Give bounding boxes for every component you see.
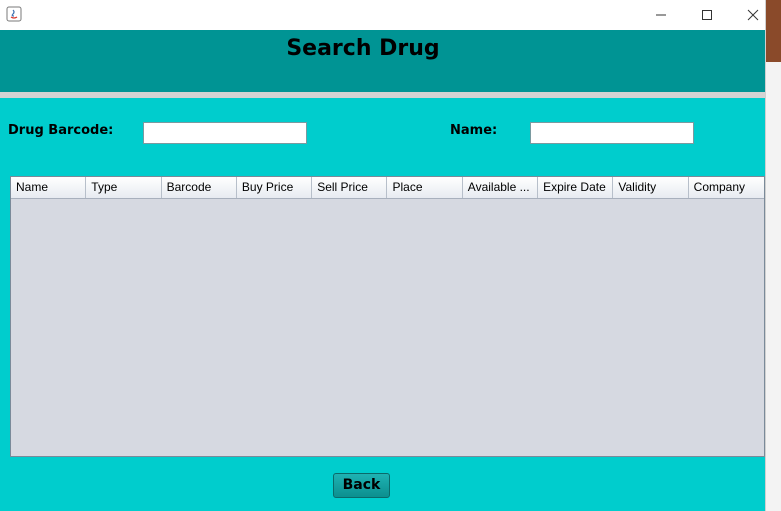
column-header-barcode[interactable]: Barcode	[162, 177, 237, 198]
drug-barcode-input[interactable]	[143, 122, 307, 144]
name-label: Name:	[450, 123, 498, 138]
main-content: Search Drug Drug Barcode: Name: Name Typ…	[0, 30, 765, 511]
close-icon	[747, 6, 759, 25]
column-header-company[interactable]: Company	[689, 177, 764, 198]
header-banner: Search Drug	[0, 30, 765, 92]
drug-results-table[interactable]: Name Type Barcode Buy Price Sell Price P…	[10, 176, 765, 457]
column-header-validity[interactable]: Validity	[613, 177, 689, 198]
column-header-name[interactable]: Name	[11, 177, 87, 198]
column-header-buy-price[interactable]: Buy Price	[237, 177, 313, 198]
java-app-icon	[6, 6, 22, 22]
minimize-button[interactable]	[638, 0, 684, 30]
column-header-sell-price[interactable]: Sell Price	[312, 177, 388, 198]
page-title: Search Drug	[286, 36, 440, 61]
column-header-expire-date[interactable]: Expire Date	[538, 177, 614, 198]
minimize-icon	[655, 6, 667, 25]
column-header-type[interactable]: Type	[86, 177, 162, 198]
drug-barcode-label: Drug Barcode:	[8, 123, 114, 138]
name-input[interactable]	[530, 122, 694, 144]
window-titlebar	[0, 0, 765, 30]
column-header-available[interactable]: Available ...	[463, 177, 539, 198]
header-divider	[0, 92, 765, 98]
column-header-place[interactable]: Place	[387, 177, 463, 198]
maximize-button[interactable]	[684, 0, 730, 30]
table-header: Name Type Barcode Buy Price Sell Price P…	[11, 177, 764, 199]
background-window-edge	[765, 0, 781, 511]
background-window-header	[766, 0, 781, 62]
maximize-icon	[701, 6, 713, 25]
back-button[interactable]: Back	[333, 473, 390, 498]
